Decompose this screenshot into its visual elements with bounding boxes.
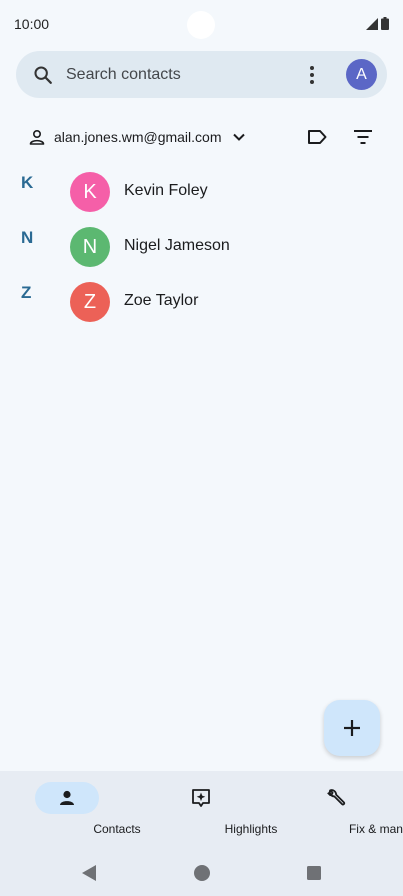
back-icon[interactable] [80, 864, 98, 882]
account-selector[interactable]: alan.jones.wm@gmail.com [28, 124, 388, 150]
nav-active-indicator [35, 782, 99, 814]
battery-icon [381, 17, 389, 30]
camera-cutout [187, 11, 215, 39]
person-outline-icon [29, 129, 45, 145]
search-bar[interactable]: A [16, 51, 387, 98]
label-icon[interactable] [306, 126, 328, 148]
contact-avatar: K [70, 172, 110, 212]
nav-icon-container [169, 782, 233, 814]
status-icons [366, 16, 389, 30]
account-avatar[interactable]: A [346, 59, 377, 90]
signal-icon [366, 18, 378, 30]
nav-item-highlights[interactable]: Highlights [151, 771, 277, 842]
contact-row-zoe-taylor[interactable]: Z Z Zoe Taylor [0, 275, 403, 330]
account-email: alan.jones.wm@gmail.com [54, 129, 222, 145]
highlights-icon [192, 789, 210, 807]
search-icon[interactable] [32, 64, 54, 86]
bottom-navigation: Contacts Highlights Fix & manage [0, 771, 403, 842]
section-letter: Z [21, 283, 32, 302]
filter-icon[interactable] [352, 126, 374, 148]
contact-name: Nigel Jameson [124, 237, 230, 254]
system-navigation-bar [0, 842, 403, 896]
contact-avatar: N [70, 227, 110, 267]
section-letter: K [21, 173, 34, 192]
nav-item-fix-manage[interactable]: Fix & manage [286, 771, 403, 842]
contact-row-nigel-jameson[interactable]: N N Nigel Jameson [0, 220, 403, 275]
recents-icon[interactable] [306, 865, 322, 881]
contact-avatar: Z [70, 282, 110, 322]
search-input[interactable] [66, 51, 296, 98]
home-icon[interactable] [193, 864, 211, 882]
section-letter: N [21, 228, 34, 247]
status-bar: 10:00 [0, 0, 403, 48]
nav-item-contacts[interactable]: Contacts [17, 771, 141, 842]
nav-label: Fix & manage [348, 822, 403, 836]
add-contact-button[interactable] [324, 700, 380, 756]
more-options-icon[interactable] [302, 63, 322, 87]
chevron-down-icon[interactable] [229, 127, 249, 147]
plus-icon [344, 720, 360, 736]
contact-name: Zoe Taylor [124, 292, 199, 309]
wrench-icon [327, 789, 346, 806]
nav-icon-container [304, 782, 368, 814]
contact-row-kevin-foley[interactable]: K K Kevin Foley [0, 165, 403, 220]
contact-name: Kevin Foley [124, 182, 208, 199]
status-time: 10:00 [14, 16, 50, 32]
person-icon [60, 790, 74, 805]
